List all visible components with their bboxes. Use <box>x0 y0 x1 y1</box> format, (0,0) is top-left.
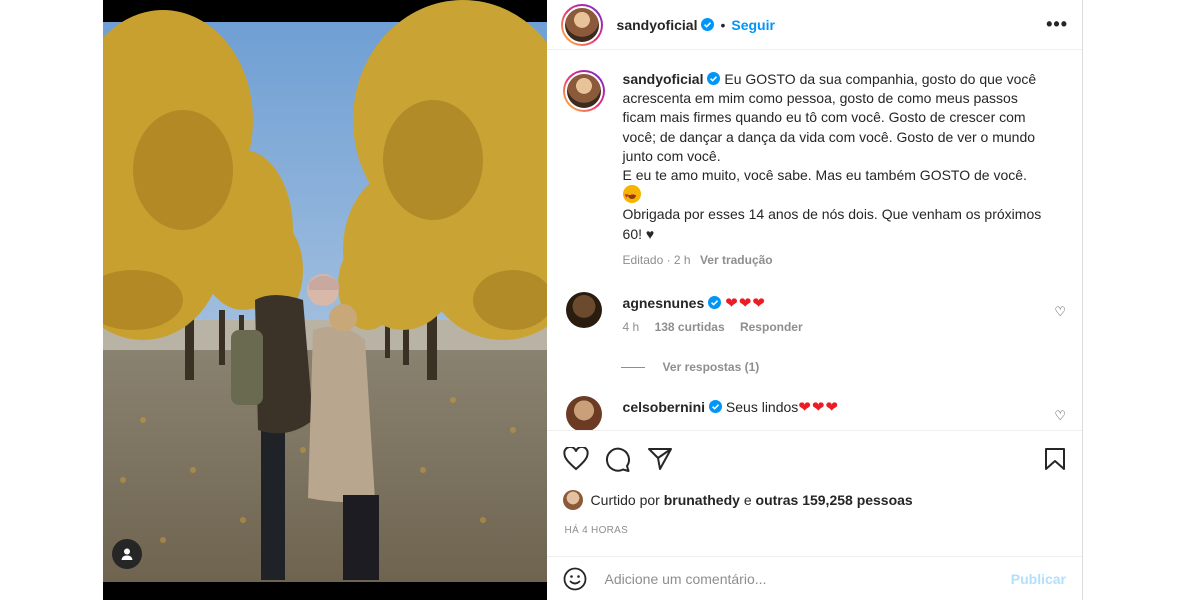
likes-conj: e <box>743 492 752 508</box>
edited-time: Editado · 2 h <box>622 252 691 267</box>
save-bookmark-icon[interactable] <box>1044 447 1066 471</box>
view-replies[interactable]: Ver respostas (1) <box>620 360 1066 375</box>
likes-others[interactable]: outras 159,258 pessoas <box>756 492 913 508</box>
heart-eyes-emoji-icon <box>622 185 641 206</box>
caption-username[interactable]: sandyoficial <box>623 71 704 87</box>
tagged-user-icon[interactable] <box>112 539 142 569</box>
view-replies-label: Ver respostas (1) <box>662 360 760 375</box>
author-username[interactable]: sandyoficial <box>617 17 698 33</box>
caption-meta: Editado · 2 h Ver tradução <box>623 251 1053 270</box>
reply-button[interactable]: Responder <box>740 320 803 334</box>
publish-button[interactable]: Publicar <box>1011 571 1066 587</box>
post-actions <box>546 430 1082 490</box>
comment-icon[interactable] <box>605 447 631 473</box>
comments-list[interactable]: sandyoficial Eu GOSTO da sua companhia, … <box>547 58 1082 430</box>
separator-dot: • <box>720 16 726 33</box>
post-header: sandyoficial • Seguir ••• <box>546 0 1082 50</box>
comment-likes[interactable]: 138 curtidas <box>655 320 725 334</box>
replies-divider <box>620 366 645 368</box>
commenter-avatar[interactable] <box>565 292 602 329</box>
follow-button[interactable]: Seguir <box>731 17 775 33</box>
comment-text: Seus lindos <box>725 399 799 416</box>
post-details-panel: sandyoficial • Seguir ••• sandyoficial E… <box>546 0 1082 600</box>
comment-item: agnesnunes ❤❤❤ 4 h 138 curtidas Responde… <box>563 292 1066 334</box>
post-caption: sandyoficial Eu GOSTO da sua companhia, … <box>562 58 1066 270</box>
translate-link[interactable]: Ver tradução <box>700 253 773 267</box>
comment-meta: 4 h 138 curtidas Responder <box>623 320 815 334</box>
comment-text: ❤❤❤ <box>725 295 766 313</box>
share-icon[interactable] <box>647 447 673 471</box>
commenter-username[interactable]: celsobernini <box>623 399 705 415</box>
instagram-post: sandyoficial • Seguir ••• sandyoficial E… <box>103 0 1083 600</box>
liker-avatar[interactable] <box>562 490 583 510</box>
user-icon <box>121 548 133 560</box>
verified-badge-icon <box>708 296 722 310</box>
commenter-username[interactable]: agnesnunes <box>623 295 705 311</box>
likes-summary: Curtido por brunathedy e outras 159,258 … <box>562 490 1066 510</box>
caption-avatar[interactable] <box>562 70 605 112</box>
photo-image <box>103 0 547 600</box>
likes-prefix: Curtido por <box>590 492 660 508</box>
verified-badge-icon <box>701 18 715 31</box>
comment-like-icon[interactable]: ♡ <box>1054 408 1066 424</box>
add-comment-bar: Adicione um comentário... Publicar <box>546 556 1082 600</box>
more-options-icon[interactable]: ••• <box>1046 14 1068 35</box>
post-timestamp[interactable]: HÁ 4 HORAS <box>565 525 629 536</box>
verified-badge-icon <box>709 400 723 414</box>
commenter-avatar[interactable] <box>565 396 602 430</box>
caption-text: Obrigada por esses 14 anos de nós dois. … <box>622 206 1042 242</box>
post-photo[interactable] <box>103 0 547 600</box>
comment-input[interactable]: Adicione um comentário... <box>605 571 767 587</box>
emoji-smiley-icon[interactable] <box>563 567 587 591</box>
caption-text: E eu te amo muito, você sabe. Mas eu tam… <box>622 167 1027 184</box>
comment-like-icon[interactable]: ♡ <box>1054 304 1066 320</box>
comment-time: 4 h <box>622 320 640 335</box>
liker-username[interactable]: brunathedy <box>664 492 740 508</box>
comment-hearts: ❤❤❤ <box>798 399 840 417</box>
comment-item: celsobernini Seus lindos❤❤❤ ♡ <box>563 396 1066 430</box>
verified-badge-icon <box>707 72 721 85</box>
author-avatar[interactable] <box>560 3 603 46</box>
like-heart-icon[interactable] <box>562 447 589 471</box>
